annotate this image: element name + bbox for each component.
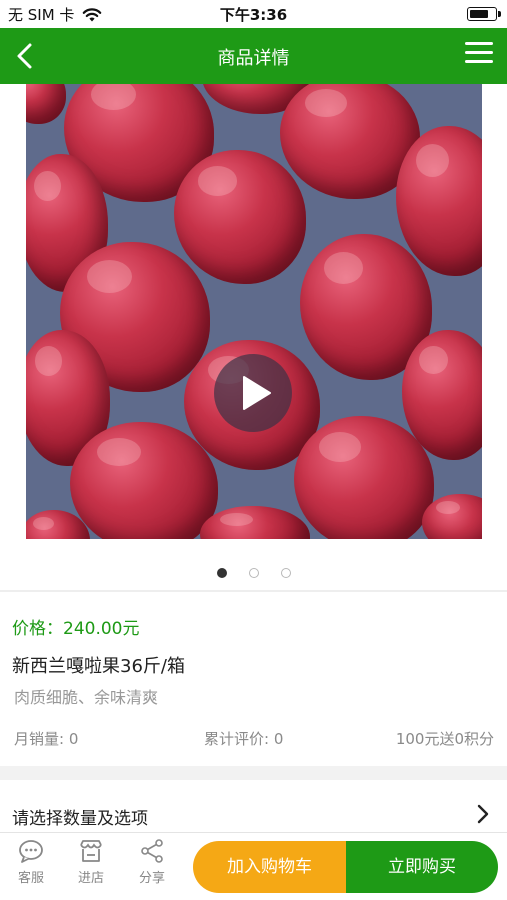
add-to-cart-button[interactable]: 加入购物车 — [193, 841, 346, 893]
battery-icon — [467, 7, 501, 21]
share-icon — [141, 839, 163, 863]
pager-dot[interactable] — [248, 568, 259, 578]
product-price: 价格：240.00元 — [12, 619, 140, 639]
share-label: 分享 — [138, 871, 165, 886]
customer-service-label: 客服 — [17, 871, 44, 886]
buy-now-button[interactable]: 立即购买 — [346, 841, 498, 893]
hamburger-menu-icon-bar — [465, 60, 493, 63]
hamburger-menu-icon-bar — [465, 51, 493, 54]
enter-store-tab[interactable]: 进店 — [66, 839, 116, 886]
battery-nub — [498, 11, 501, 17]
status-bar: 无 SIM 卡 下午3:36 — [0, 0, 507, 28]
chat-icon — [19, 840, 43, 863]
store-icon — [80, 840, 102, 862]
battery-fill — [470, 10, 488, 18]
share-tab[interactable]: 分享 — [127, 839, 177, 886]
enter-store-label: 进店 — [77, 871, 104, 886]
gallery-pager[interactable] — [0, 568, 507, 578]
play-video-button[interactable] — [214, 354, 292, 432]
product-photo[interactable] — [26, 84, 482, 539]
product-gallery[interactable] — [0, 84, 507, 592]
pager-dot[interactable] — [280, 568, 291, 578]
nav-header: 商品详情 — [0, 28, 507, 84]
apple-graphic — [200, 506, 310, 539]
pager-dot[interactable] — [216, 568, 227, 578]
select-options-label: 请选择数量及选项 — [12, 809, 148, 829]
reward-points: 100元送0积分 — [395, 730, 494, 748]
product-name: 新西兰嘎啦果36斤/箱 — [12, 656, 185, 677]
bottom-action-bar: 客服 进店 分享 加入购物车 立即购买 — [0, 832, 507, 900]
product-description: 肉质细脆、余味清爽 — [14, 688, 159, 707]
section-separator — [0, 766, 507, 780]
clock: 下午3:36 — [219, 6, 288, 24]
divider — [0, 590, 507, 592]
apple-graphic — [26, 84, 66, 124]
play-icon — [243, 376, 271, 410]
total-reviews: 累计评价: 0 — [204, 730, 284, 748]
customer-service-tab[interactable]: 客服 — [6, 839, 56, 886]
chevron-right-icon — [477, 804, 489, 824]
monthly-sales: 月销量: 0 — [14, 730, 79, 748]
page-title: 商品详情 — [217, 48, 290, 69]
menu-button[interactable] — [465, 42, 493, 68]
hamburger-menu-icon-bar — [465, 42, 493, 45]
select-options-row[interactable]: 请选择数量及选项 — [0, 780, 507, 832]
product-stats: 月销量: 0 累计评价: 0 100元送0积分 — [14, 728, 494, 750]
apple-graphic — [174, 150, 306, 284]
